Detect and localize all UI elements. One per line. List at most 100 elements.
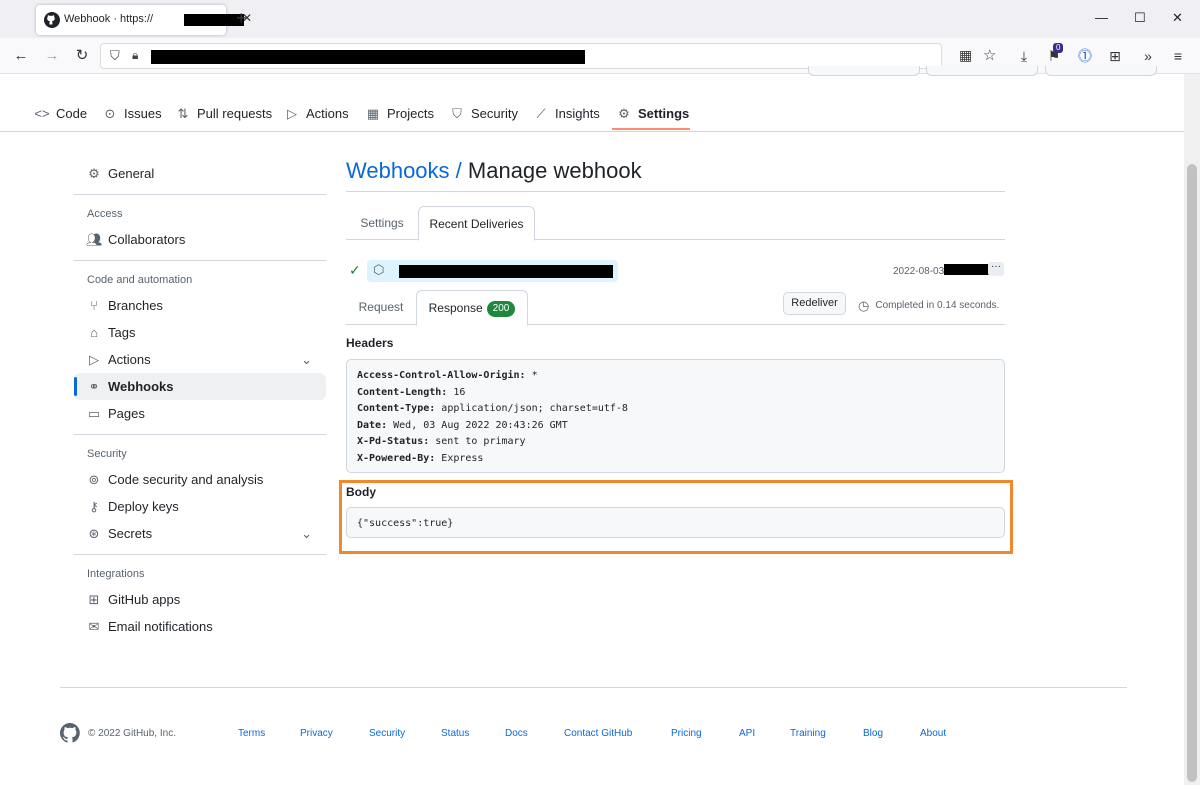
tag-icon: ⌂: [90, 325, 98, 340]
footer-link-terms[interactable]: Terms: [238, 728, 265, 739]
minimize-icon[interactable]: —: [1095, 10, 1108, 25]
footer-link-security[interactable]: Security: [369, 728, 405, 739]
tab-settings[interactable]: Settings: [346, 206, 418, 240]
header-button-partial[interactable]: [926, 66, 1038, 76]
header-line: Access-Control-Allow-Origin: *: [357, 368, 994, 385]
back-arrow-icon[interactable]: ←: [12, 47, 30, 65]
lock-icon[interactable]: 🔒︎: [132, 48, 138, 63]
completion-text: Completed in 0.14 seconds.: [875, 300, 1000, 311]
sidebar-group-integrations: Integrations: [87, 568, 145, 580]
redacted-guid-block: [399, 265, 613, 278]
sidebar-item-tags[interactable]: ⌂ Tags: [74, 319, 326, 346]
footer-link-blog[interactable]: Blog: [863, 728, 883, 739]
header-button-partial[interactable]: [1045, 66, 1157, 76]
sidebar-item-deploy-keys[interactable]: ⚷ Deploy keys: [74, 493, 326, 520]
footer-link-privacy[interactable]: Privacy: [300, 728, 333, 739]
window-close-icon[interactable]: ✕: [1172, 10, 1183, 26]
tab-response[interactable]: Response 200: [416, 290, 528, 326]
header-key: Content-Length:: [357, 386, 448, 398]
redacted-url-block: [184, 14, 244, 26]
qr-code-icon[interactable]: ▦: [959, 47, 972, 64]
header-key: Access-Control-Allow-Origin:: [357, 370, 526, 381]
sidebar-item-pages[interactable]: ▭ Pages: [74, 400, 326, 427]
selected-tab-underline: [612, 128, 690, 130]
delivery-date: 2022-08-03: [893, 266, 945, 277]
repo-tab-settings[interactable]: ⚙ Settings: [616, 106, 689, 122]
footer-link-contact[interactable]: Contact GitHub: [564, 728, 632, 739]
reload-icon[interactable]: ↻: [73, 47, 91, 65]
chevron-down-icon[interactable]: ⌄: [301, 520, 312, 547]
webhook-tabs: Settings Recent Deliveries: [346, 206, 1005, 241]
footer-link-pricing[interactable]: Pricing: [671, 728, 702, 739]
sidebar-item-github-apps[interactable]: ⊞ GitHub apps: [74, 586, 326, 613]
tracking-shield-icon[interactable]: ⛉: [110, 48, 120, 64]
repo-tab-issues[interactable]: ⊙ Issues: [102, 106, 162, 122]
sidebar-item-actions[interactable]: ▷ Actions ⌄: [74, 346, 326, 373]
extensions-grid-icon[interactable]: ⊞: [1105, 46, 1125, 66]
extension-badge: 0: [1053, 43, 1064, 53]
footer-link-api[interactable]: API: [739, 728, 755, 739]
tab-recent-deliveries[interactable]: Recent Deliveries: [418, 206, 535, 241]
sidebar-item-webhooks[interactable]: ⚭ Webhooks: [74, 373, 326, 400]
gear-icon: ⚙: [88, 166, 100, 181]
codescan-icon: ⊚: [88, 472, 100, 487]
redacted-time-block: [944, 264, 992, 275]
key-icon: ⚷: [89, 499, 99, 514]
footer-link-status[interactable]: Status: [441, 728, 469, 739]
repo-tab-actions[interactable]: ▷ Actions: [284, 106, 349, 122]
sidebar-item-general[interactable]: ⚙ General: [74, 160, 326, 187]
new-tab-icon[interactable]: +: [236, 9, 247, 27]
sidebar-item-label: Secrets: [108, 526, 153, 541]
shield-icon: ⛉: [452, 106, 462, 121]
delivery-guid[interactable]: ⬡: [367, 260, 618, 282]
scrollbar-thumb[interactable]: [1187, 164, 1197, 782]
forward-arrow-icon[interactable]: →: [43, 47, 61, 65]
sidebar-item-code-security[interactable]: ⊚ Code security and analysis: [74, 466, 326, 493]
browser-icon: ▭: [87, 406, 101, 421]
bookmark-star-icon[interactable]: ☆: [983, 46, 996, 64]
maximize-icon[interactable]: ☐: [1134, 10, 1146, 26]
sidebar-item-collaborators[interactable]: 👥︎ Collaborators: [74, 226, 326, 253]
footer-link-docs[interactable]: Docs: [505, 728, 528, 739]
repo-tab-code[interactable]: <> Code: [34, 106, 87, 121]
repo-tab-security[interactable]: ⛉ Security: [449, 106, 518, 122]
redeliver-button[interactable]: Redeliver: [783, 292, 846, 315]
repo-tab-projects[interactable]: ▦ Projects: [365, 106, 434, 122]
repo-tab-insights[interactable]: ⟋ Insights: [533, 106, 599, 122]
sidebar-item-label: Pages: [108, 406, 145, 421]
browser-tab[interactable]: Webhook · https:// ✕: [36, 5, 252, 35]
check-icon: ✓: [349, 262, 361, 278]
tab-request[interactable]: Request: [346, 290, 416, 325]
footer-link-training[interactable]: Training: [790, 728, 826, 739]
footer-divider: [60, 687, 1127, 688]
sidebar-item-label: Collaborators: [108, 232, 186, 247]
overflow-chevrons-icon[interactable]: »: [1138, 46, 1158, 66]
chevron-down-icon[interactable]: ⌄: [301, 346, 312, 373]
header-value: 16: [447, 386, 466, 398]
header-line: Date: Wed, 03 Aug 2022 20:43:26 GMT: [357, 418, 994, 435]
sidebar-divider: [74, 194, 326, 195]
page-title-text: Manage webhook: [467, 158, 642, 183]
sidebar-item-secrets[interactable]: ⊛ Secrets ⌄: [74, 520, 326, 547]
repo-tab-pull-requests[interactable]: ⇅ Pull requests: [175, 106, 273, 122]
password-manager-icon[interactable]: ⓵: [1075, 46, 1095, 66]
github-logo-icon[interactable]: [60, 723, 80, 743]
webhook-icon: ⚭: [88, 379, 100, 394]
breadcrumb-webhooks-link[interactable]: Webhooks: [346, 158, 450, 183]
more-options-button[interactable]: ···: [988, 262, 1004, 276]
menu-icon[interactable]: ≡: [1168, 46, 1188, 66]
repo-tab-label: Issues: [124, 106, 162, 121]
graph-icon: ⟋: [536, 106, 546, 121]
sidebar-group-code-automation: Code and automation: [87, 274, 193, 286]
header-button-partial[interactable]: [808, 66, 920, 76]
header-key: Date:: [357, 419, 388, 431]
vertical-scrollbar[interactable]: [1184, 74, 1200, 785]
footer-link-about[interactable]: About: [920, 728, 946, 739]
sidebar-item-email-notifications[interactable]: ✉ Email notifications: [74, 613, 326, 640]
browser-tab-strip: Webhook · https:// ✕ + — ☐ ✕: [0, 0, 1200, 38]
sidebar-item-label: Actions: [108, 352, 151, 367]
delivery-row[interactable]: ✓ ⬡ 2022-08-03 ···: [346, 260, 1005, 282]
sidebar-item-branches[interactable]: ⑂ Branches: [74, 292, 326, 319]
download-icon[interactable]: ⤓: [1014, 46, 1034, 66]
breadcrumb-separator: /: [449, 158, 468, 183]
